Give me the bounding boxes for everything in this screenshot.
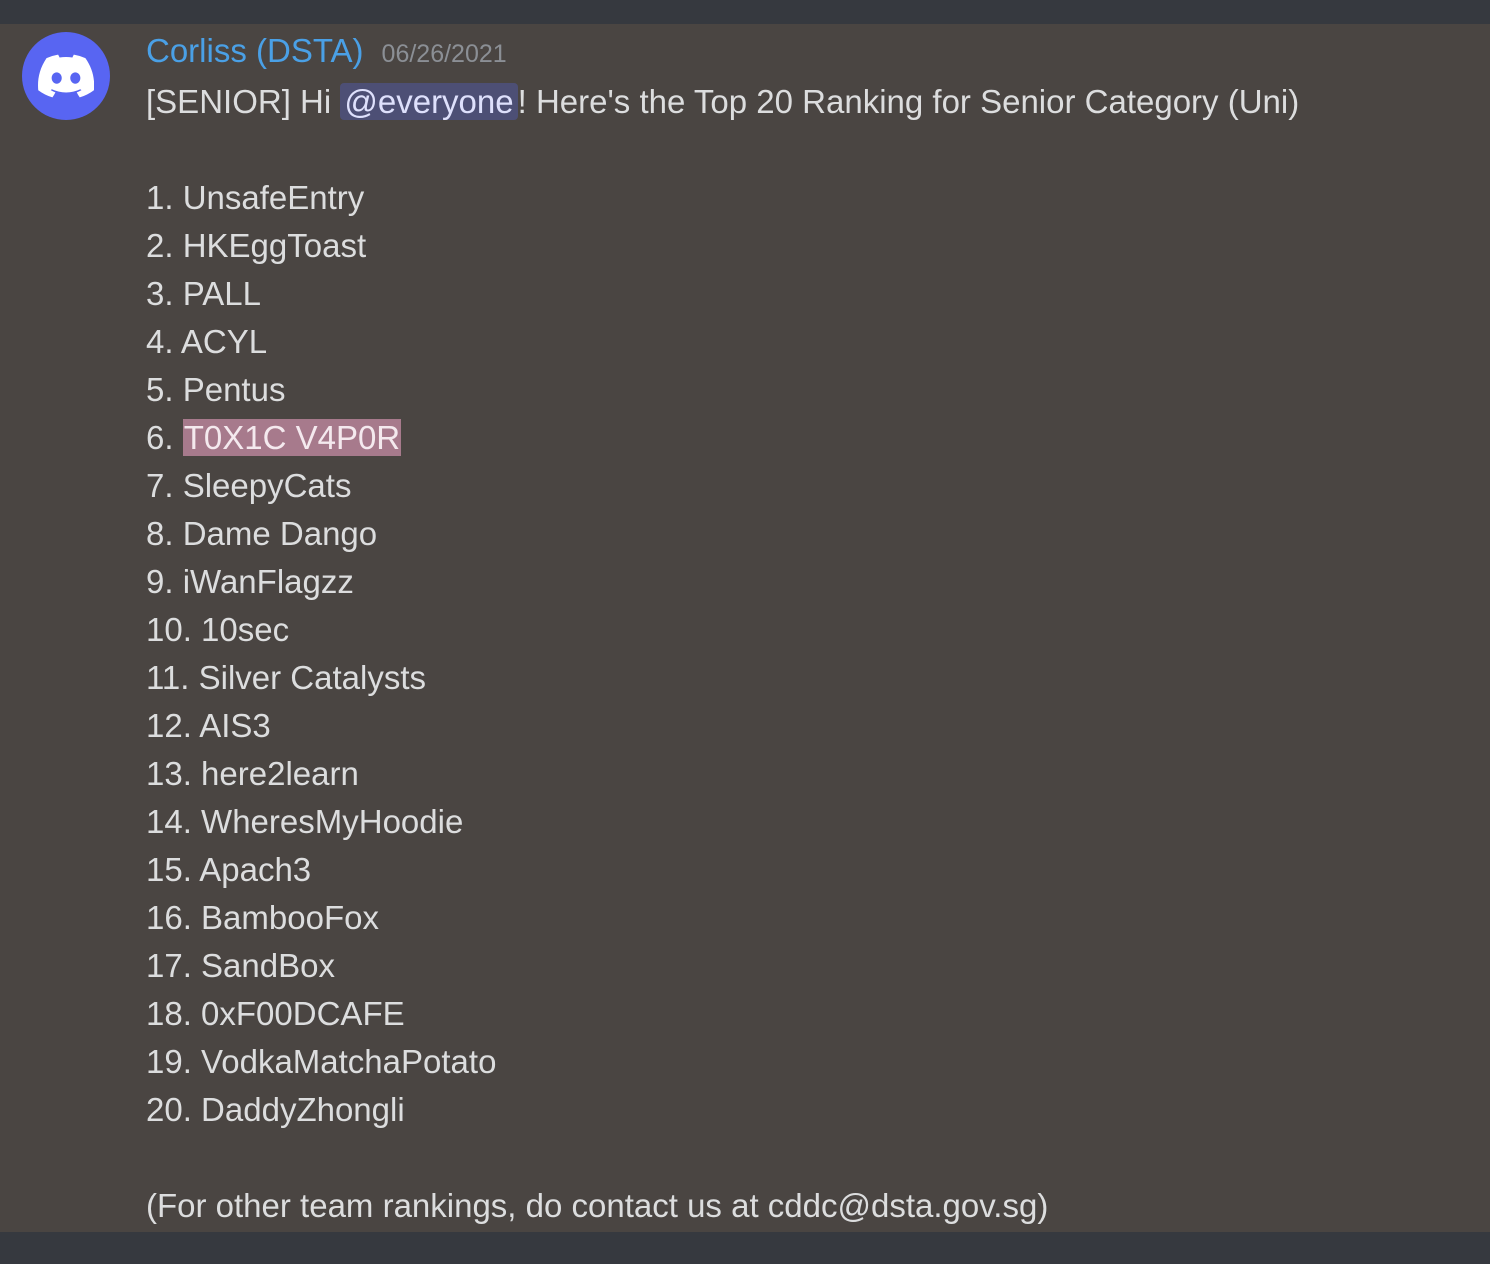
- ranking-space: [174, 371, 183, 408]
- ranking-item: 11. Silver Catalysts: [146, 654, 1466, 702]
- ranking-space: [174, 419, 183, 456]
- ranking-number: 4.: [146, 323, 174, 360]
- ranking-team-name: Apach3: [199, 851, 312, 888]
- ranking-number: 16.: [146, 899, 192, 936]
- author-username[interactable]: Corliss (DSTA): [146, 32, 364, 70]
- ranking-list: 1. UnsafeEntry 2. HKEggToast 3. PALL 4. ACY…: [146, 174, 1466, 1134]
- ranking-item: 3. PALL: [146, 270, 1466, 318]
- ranking-item: 4. ACYL: [146, 318, 1466, 366]
- ranking-team-name: Pentus: [182, 371, 286, 408]
- ranking-team-name: BambooFox: [201, 899, 379, 936]
- ranking-number: 10.: [146, 611, 192, 648]
- ranking-item: 8. Dame Dango: [146, 510, 1466, 558]
- ranking-item: 14. WheresMyHoodie: [146, 798, 1466, 846]
- ranking-team-name: DaddyZhongli: [201, 1091, 405, 1128]
- ranking-item: 18. 0xF00DCAFE: [146, 990, 1466, 1038]
- ranking-space: [192, 899, 201, 936]
- ranking-team-name: VodkaMatchaPotato: [201, 1043, 497, 1080]
- ranking-team-name: HKEggToast: [182, 227, 367, 264]
- ranking-space: [192, 1091, 201, 1128]
- ranking-team-name: here2learn: [201, 755, 359, 792]
- ranking-team-name: AIS3: [199, 707, 271, 744]
- ranking-team-name: iWanFlagzz: [182, 563, 354, 600]
- intro-prefix: [SENIOR] Hi: [146, 83, 341, 120]
- ranking-number: 20.: [146, 1091, 192, 1128]
- ranking-space: [174, 179, 183, 216]
- chat-message[interactable]: Corliss (DSTA) 06/26/2021 [SENIOR] Hi @e…: [0, 24, 1490, 1232]
- ranking-space: [174, 515, 183, 552]
- ranking-item: 15. Apach3: [146, 846, 1466, 894]
- ranking-space: [192, 947, 201, 984]
- message-intro: [SENIOR] Hi @everyone! Here's the Top 20…: [146, 78, 1466, 126]
- ranking-team-name: WheresMyHoodie: [201, 803, 464, 840]
- ranking-team-name: 0xF00DCAFE: [201, 995, 405, 1032]
- ranking-item: 13. here2learn: [146, 750, 1466, 798]
- ranking-team-name: Dame Dango: [182, 515, 378, 552]
- ranking-number: 1.: [146, 179, 174, 216]
- ranking-item: 6. T0X1C V4P0R: [146, 414, 1466, 462]
- ranking-number: 5.: [146, 371, 174, 408]
- ranking-space: [174, 275, 183, 312]
- ranking-space: [174, 467, 183, 504]
- ranking-space: [192, 755, 201, 792]
- ranking-number: 18.: [146, 995, 192, 1032]
- ranking-item: 7. SleepyCats: [146, 462, 1466, 510]
- ranking-item: 19. VodkaMatchaPotato: [146, 1038, 1466, 1086]
- ranking-number: 12.: [146, 707, 192, 744]
- ranking-number: 14.: [146, 803, 192, 840]
- ranking-item: 20. DaddyZhongli: [146, 1086, 1466, 1134]
- discord-logo-icon: [38, 54, 94, 98]
- ranking-space: [174, 227, 183, 264]
- ranking-space: [192, 1043, 201, 1080]
- message-content: [SENIOR] Hi @everyone! Here's the Top 20…: [146, 78, 1466, 1230]
- ranking-number: 8.: [146, 515, 174, 552]
- message-timestamp[interactable]: 06/26/2021: [382, 40, 507, 69]
- ranking-number: 6.: [146, 419, 174, 456]
- ranking-item: 2. HKEggToast: [146, 222, 1466, 270]
- message-footer: (For other team rankings, do contact us …: [146, 1187, 1049, 1224]
- ranking-number: 13.: [146, 755, 192, 792]
- ranking-team-name: SleepyCats: [182, 467, 352, 504]
- ranking-team-name: Silver Catalysts: [198, 659, 426, 696]
- ranking-item: 10. 10sec: [146, 606, 1466, 654]
- ranking-team-name: ACYL: [180, 323, 268, 360]
- ranking-space: [174, 323, 181, 360]
- ranking-number: 19.: [146, 1043, 192, 1080]
- ranking-space: [189, 659, 198, 696]
- ranking-team-name: SandBox: [201, 947, 335, 984]
- ranking-item: 5. Pentus: [146, 366, 1466, 414]
- ranking-number: 3.: [146, 275, 174, 312]
- message-header: Corliss (DSTA) 06/26/2021: [146, 32, 507, 76]
- ranking-item: 16. BambooFox: [146, 894, 1466, 942]
- ranking-space: [174, 563, 183, 600]
- ranking-item: 12. AIS3: [146, 702, 1466, 750]
- selected-team-name: T0X1C V4P0R: [182, 419, 402, 456]
- ranking-item: 1. UnsafeEntry: [146, 174, 1466, 222]
- ranking-space: [192, 995, 201, 1032]
- author-avatar[interactable]: [22, 32, 110, 120]
- ranking-team-name: PALL: [182, 275, 261, 312]
- ranking-item: 9. iWanFlagzz: [146, 558, 1466, 606]
- ranking-item: 17. SandBox: [146, 942, 1466, 990]
- ranking-number: 7.: [146, 467, 174, 504]
- ranking-team-name: 10sec: [201, 611, 290, 648]
- ranking-number: 15.: [146, 851, 192, 888]
- everyone-mention[interactable]: @everyone: [340, 83, 518, 120]
- ranking-team-name: UnsafeEntry: [182, 179, 365, 216]
- chat-frame: Corliss (DSTA) 06/26/2021 [SENIOR] Hi @e…: [0, 0, 1490, 1264]
- ranking-number: 9.: [146, 563, 174, 600]
- intro-suffix: ! Here's the Top 20 Ranking for Senior C…: [517, 83, 1300, 120]
- ranking-space: [192, 803, 201, 840]
- ranking-number: 11.: [146, 659, 190, 696]
- ranking-number: 2.: [146, 227, 174, 264]
- ranking-space: [192, 611, 201, 648]
- ranking-number: 17.: [146, 947, 192, 984]
